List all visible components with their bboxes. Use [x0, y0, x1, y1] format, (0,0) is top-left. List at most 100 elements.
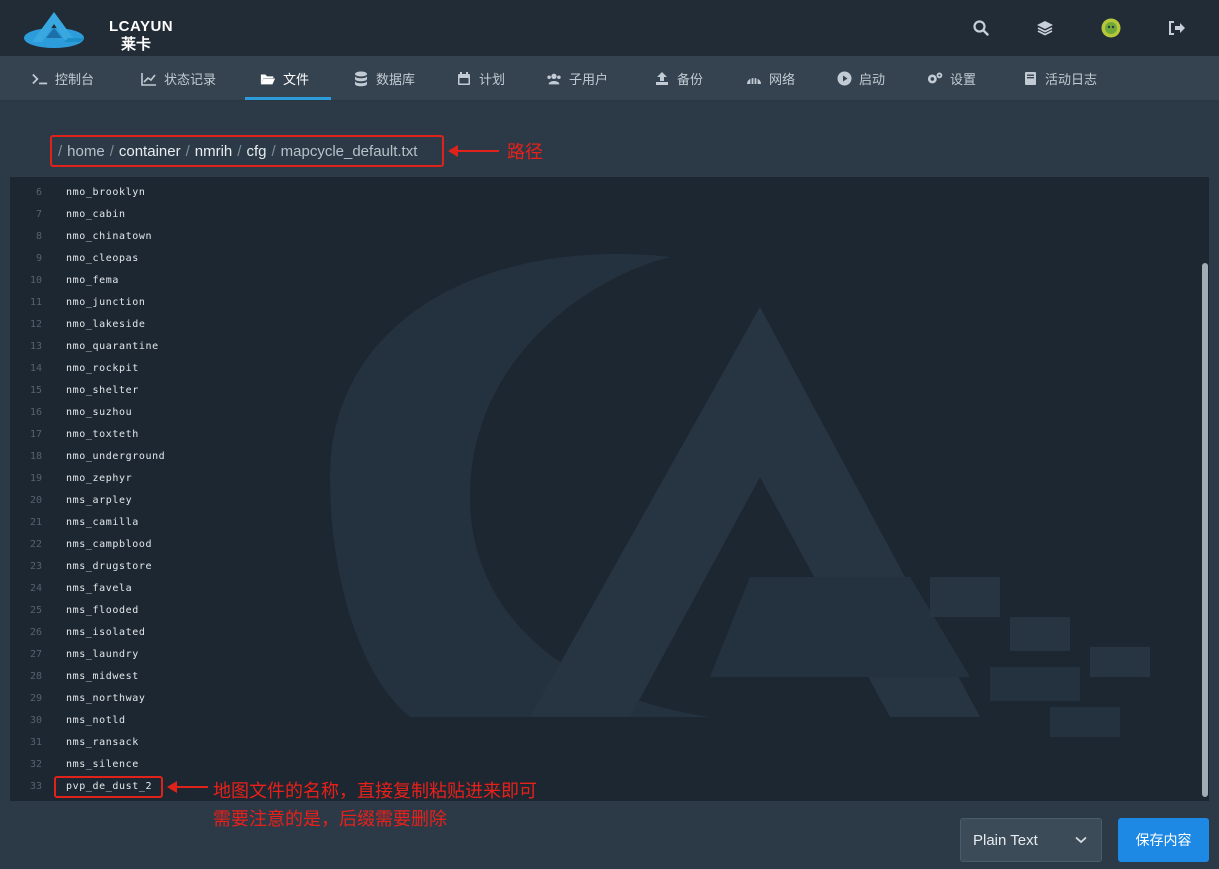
- logout-icon[interactable]: [1167, 18, 1187, 38]
- code-line[interactable]: 19 nmo_zephyr: [10, 467, 1180, 489]
- top-bar: LCAYUN 莱卡云: [0, 0, 1219, 74]
- code-line[interactable]: 11 nmo_junction: [10, 291, 1180, 313]
- code-line[interactable]: 23 nms_drugstore: [10, 555, 1180, 577]
- code-line[interactable]: 20 nms_arpley: [10, 489, 1180, 511]
- code-line[interactable]: 8 nmo_chinatown: [10, 225, 1180, 247]
- nav-item-subusers[interactable]: 子用户: [546, 56, 608, 101]
- avatar-icon[interactable]: [1101, 18, 1121, 38]
- terminal-icon: [32, 71, 48, 87]
- line-text: nms_northway: [66, 692, 146, 704]
- active-tab-indicator: [245, 97, 331, 100]
- code-line[interactable]: 18 nmo_underground: [10, 445, 1180, 467]
- line-number: 30: [29, 714, 42, 726]
- line-number: 29: [29, 692, 42, 704]
- folder-icon: [260, 71, 276, 87]
- code-line[interactable]: 22 nms_campblood: [10, 533, 1180, 555]
- annotation-highlight-box: [54, 776, 163, 798]
- line-text: nmo_cabin: [66, 208, 126, 220]
- line-number: 33: [29, 780, 42, 792]
- nav-item-status[interactable]: 状态记录: [141, 56, 216, 101]
- breadcrumb-item-home[interactable]: home: [67, 143, 105, 160]
- line-text: nms_arpley: [66, 494, 133, 506]
- line-text: nmo_lakeside: [66, 318, 146, 330]
- chevron-down-icon: [1075, 833, 1087, 847]
- code-line[interactable]: 12 nmo_lakeside: [10, 313, 1180, 335]
- code-line[interactable]: 21 nms_camilla: [10, 511, 1180, 533]
- nav-item-files[interactable]: 文件: [260, 56, 309, 101]
- line-number: 12: [29, 318, 42, 330]
- line-number: 32: [29, 758, 42, 770]
- logo[interactable]: LCAYUN 莱卡云: [24, 8, 173, 74]
- code-line[interactable]: 7 nmo_cabin: [10, 203, 1180, 225]
- nav-item-activity-log[interactable]: 活动日志: [1022, 56, 1097, 101]
- scrollbar-thumb[interactable]: [1202, 263, 1208, 797]
- line-text: nms_camilla: [66, 516, 139, 528]
- breadcrumb-item-nmrih[interactable]: nmrih: [195, 143, 233, 160]
- line-number: 17: [29, 428, 42, 440]
- syntax-mode-value: Plain Text: [973, 831, 1038, 849]
- code-line[interactable]: 13 nmo_quarantine: [10, 335, 1180, 357]
- line-number: 23: [29, 560, 42, 572]
- nav-item-schedule[interactable]: 计划: [456, 56, 505, 101]
- search-icon[interactable]: [971, 18, 991, 38]
- line-number: 27: [29, 648, 42, 660]
- line-text: nmo_cleopas: [66, 252, 139, 264]
- code-line[interactable]: 25 nms_flooded: [10, 599, 1180, 621]
- code-line[interactable]: 31 nms_ransack: [10, 731, 1180, 753]
- line-text: nmo_shelter: [66, 384, 139, 396]
- layers-icon[interactable]: [1035, 18, 1055, 38]
- line-text: nms_isolated: [66, 626, 146, 638]
- line-text: nmo_fema: [66, 274, 119, 286]
- code-line[interactable]: 32 nms_silence: [10, 753, 1180, 775]
- breadcrumb-item-container[interactable]: container: [119, 143, 181, 160]
- annotation-arrow-icon: [167, 781, 208, 793]
- code-line[interactable]: 28 nms_midwest: [10, 665, 1180, 687]
- save-content-button[interactable]: 保存内容: [1118, 818, 1209, 862]
- nav-item-database[interactable]: 数据库: [353, 56, 415, 101]
- nav-item-settings[interactable]: 设置: [927, 56, 976, 101]
- line-number: 25: [29, 604, 42, 616]
- line-text: nms_ransack: [66, 736, 139, 748]
- network-icon: [746, 71, 762, 87]
- line-text: nmo_junction: [66, 296, 146, 308]
- code-line[interactable]: 16 nmo_suzhou: [10, 401, 1180, 423]
- line-number: 13: [29, 340, 42, 352]
- code-line[interactable]: 29 nms_northway: [10, 687, 1180, 709]
- nav-item-label: 设置: [950, 73, 977, 88]
- code-line[interactable]: 17 nmo_toxteth: [10, 423, 1180, 445]
- line-text: nms_notld: [66, 714, 126, 726]
- line-text: nmo_brooklyn: [66, 186, 146, 198]
- code-editor[interactable]: 6 nmo_brooklyn 7 nmo_cabin 8 nmo_chinatown 9 nm…: [10, 177, 1209, 801]
- code-line[interactable]: 6 nmo_brooklyn: [10, 181, 1180, 203]
- line-number: 28: [29, 670, 42, 682]
- code-line[interactable]: 14 nmo_rockpit: [10, 357, 1180, 379]
- nav-bar: 控制台 状态记录 文件 数据库 计划 子用户 备份 网络 启动 设置 活动日志: [0, 56, 1219, 101]
- line-number: 19: [29, 472, 42, 484]
- nav-item-network[interactable]: 网络: [746, 56, 795, 101]
- code-line[interactable]: 24 nms_favela: [10, 577, 1180, 599]
- annotation-path-label: 路径: [507, 142, 543, 163]
- line-number: 20: [29, 494, 42, 506]
- annotation-map-note-line1: 地图文件的名称，直接复制粘贴进来即可: [213, 781, 537, 802]
- code-line[interactable]: 27 nms_laundry: [10, 643, 1180, 665]
- nav-item-label: 备份: [677, 73, 704, 88]
- nav-item-startup[interactable]: 启动: [836, 56, 885, 101]
- syntax-mode-select[interactable]: Plain Text: [960, 818, 1102, 862]
- nav-item-console[interactable]: 控制台: [32, 56, 94, 101]
- upload-icon: [654, 71, 670, 87]
- breadcrumb-separator: /: [271, 142, 276, 160]
- nav-item-backup[interactable]: 备份: [654, 56, 703, 101]
- line-number: 14: [29, 362, 42, 374]
- nav-item-label: 状态记录: [164, 73, 217, 88]
- breadcrumb: / home / container / nmrih / cfg / mapcy…: [50, 135, 444, 167]
- nav-item-label: 子用户: [569, 73, 609, 88]
- code-line[interactable]: 9 nmo_cleopas: [10, 247, 1180, 269]
- code-line[interactable]: 30 nms_notld: [10, 709, 1180, 731]
- code-line[interactable]: 10 nmo_fema: [10, 269, 1180, 291]
- line-text: nms_favela: [66, 582, 133, 594]
- breadcrumb-separator: /: [58, 142, 63, 160]
- line-text: nms_flooded: [66, 604, 139, 616]
- breadcrumb-item-cfg[interactable]: cfg: [246, 143, 266, 160]
- code-line[interactable]: 26 nms_isolated: [10, 621, 1180, 643]
- code-line[interactable]: 15 nmo_shelter: [10, 379, 1180, 401]
